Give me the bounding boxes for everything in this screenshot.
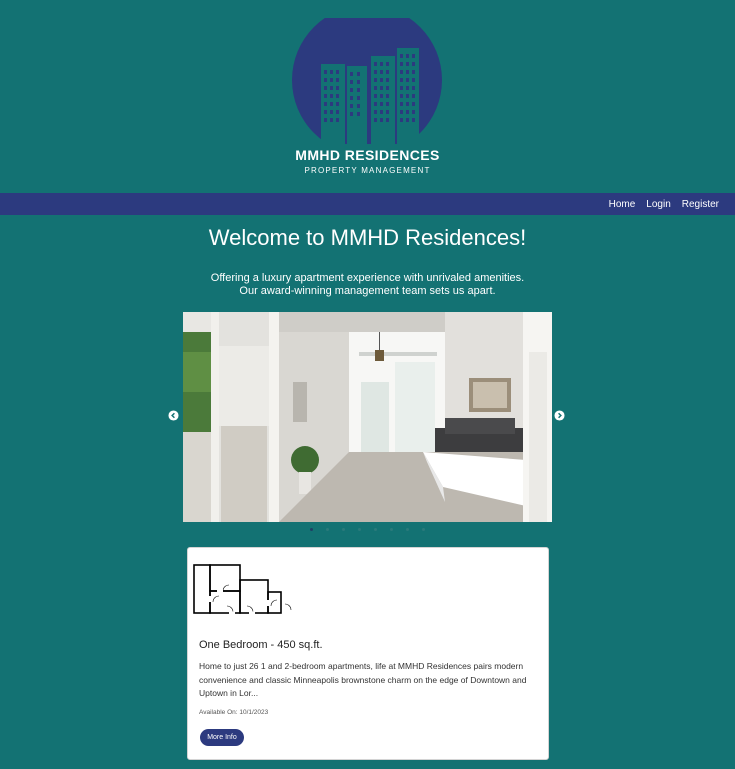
brand-subtitle: PROPERTY MANAGEMENT [304,166,431,175]
chevron-right-icon[interactable] [554,410,565,421]
top-navbar: Home Login Register [0,193,735,215]
listing-description: Home to just 26 1 and 2-bedroom apartmen… [199,661,527,698]
listing-title: One Bedroom - 450 sq.ft. [199,639,323,651]
carousel-indicator[interactable] [358,528,361,531]
logo-buildings-icon [292,18,442,144]
listing-card: One Bedroom - 450 sq.ft. Home to just 26… [187,547,549,760]
carousel-indicator[interactable] [326,528,329,531]
welcome-title: Welcome to MMHD Residences! [208,225,527,250]
site-header: MMHD RESIDENCES PROPERTY MANAGEMENT [0,0,735,193]
chevron-left-icon[interactable] [168,410,179,421]
more-info-button[interactable]: More Info [200,729,244,746]
nav-links: Home Login Register [609,193,719,215]
welcome-line-1: Offering a luxury apartment experience w… [210,272,525,284]
nav-login-link[interactable]: Login [646,199,670,210]
carousel-indicator[interactable] [342,528,345,531]
carousel-slide-image [183,312,552,522]
carousel-indicators [0,528,735,531]
listing-available-date: Available On: 10/1/2023 [199,709,269,716]
nav-home-link[interactable]: Home [609,199,636,210]
welcome-line-2: Our award-winning management team sets u… [239,285,496,297]
floorplan-image [193,564,292,614]
carousel-indicator[interactable] [390,528,393,531]
carousel-indicator[interactable] [374,528,377,531]
brand-name: MMHD RESIDENCES [295,147,440,163]
nav-register-link[interactable]: Register [682,199,719,210]
carousel-indicator[interactable] [422,528,425,531]
photo-carousel[interactable] [183,312,552,522]
welcome-text: Offering a luxury apartment experience w… [0,272,735,298]
carousel-indicator[interactable] [310,528,313,531]
carousel-indicator[interactable] [406,528,409,531]
